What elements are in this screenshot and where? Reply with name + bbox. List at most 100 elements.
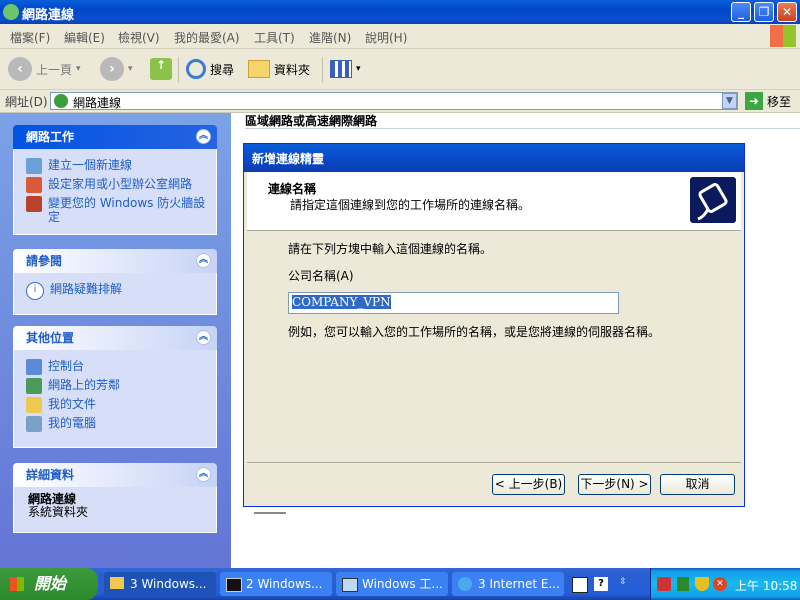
menu-view[interactable]: 檢視(V) — [118, 29, 160, 46]
other-places-panel: 其他位置 ︽ 控制台 網路上的芳鄰 我的文件 我的電腦 — [13, 326, 217, 448]
address-value: 網路連線 — [73, 96, 122, 110]
menu-edit[interactable]: 編輯(E) — [64, 29, 105, 46]
collapse-chevron-icon[interactable]: ︽ — [196, 129, 211, 144]
other-places-header[interactable]: 其他位置 ︽ — [13, 326, 217, 350]
menu-advanced[interactable]: 進階(N) — [309, 29, 351, 46]
sidebar-item-home-network[interactable]: 設定家用或小型辦公室網路 — [26, 177, 216, 193]
details-panel: 詳細資料 ︽ 網路連線 系統資料夾 — [13, 463, 217, 533]
company-name-input[interactable]: COMPANY_VPN — [288, 292, 619, 314]
views-button[interactable]: ▾ — [330, 57, 361, 81]
forward-arrow-icon: › — [100, 57, 124, 81]
address-input[interactable]: 網路連線 — [50, 92, 738, 110]
views-dropdown-icon: ▾ — [356, 64, 361, 74]
company-name-value: COMPANY_VPN — [292, 295, 391, 309]
start-label: 開始 — [34, 574, 67, 593]
collapse-chevron-icon[interactable]: ︽ — [196, 330, 211, 345]
internet-explorer-icon — [458, 577, 472, 591]
sidebar-item-label: 變更您的 Windows 防火牆設定 — [48, 196, 206, 224]
see-also-header[interactable]: 請參閱 ︽ — [13, 249, 217, 273]
details-title: 詳細資料 — [26, 468, 75, 482]
taskbar-item-explorer[interactable]: 3 Windows... — [104, 572, 216, 596]
info-icon: i — [26, 282, 44, 300]
security-alert-icon[interactable]: ✕ — [713, 577, 727, 591]
menu-help[interactable]: 說明(H) — [365, 29, 407, 46]
company-name-label: 公司名稱(A) — [288, 269, 354, 283]
network-tasks-header[interactable]: 網路工作 ︽ — [13, 125, 217, 149]
menu-bar: 檔案(F) 編輯(E) 檢視(V) 我的最愛(A) 工具(T) 進階(N) 說明… — [0, 24, 800, 49]
collapse-chevron-icon[interactable]: ︽ — [196, 253, 211, 268]
sidebar-item-firewall[interactable]: 變更您的 Windows 防火牆設定 — [26, 196, 216, 224]
sidebar-item-my-computer[interactable]: 我的電腦 — [26, 416, 216, 432]
search-button[interactable]: 搜尋 — [186, 57, 234, 81]
help-icon[interactable]: ? — [594, 577, 608, 591]
task-label: 3 Internet E... — [478, 577, 560, 591]
network-places-icon — [26, 378, 42, 394]
sidebar-item-network-places[interactable]: 網路上的芳鄰 — [26, 378, 216, 394]
window-title-bar[interactable]: 網路連線 _ ❐ ✕ — [0, 0, 800, 24]
network-tasks-panel: 網路工作 ︽ 建立一個新連線 設定家用或小型辦公室網路 變更您的 Windows… — [13, 125, 217, 235]
new-connection-icon — [26, 158, 42, 174]
folders-button[interactable]: 資料夾 — [248, 57, 310, 81]
system-tray: ✕ 上午 10:58 — [650, 568, 800, 600]
up-folder-button[interactable]: ↑ — [150, 57, 172, 81]
toolbar-separator — [178, 57, 179, 83]
sidebar-item-create-connection[interactable]: 建立一個新連線 — [26, 158, 216, 174]
start-button[interactable]: 開始 — [0, 568, 98, 600]
security-shield-icon[interactable] — [695, 577, 709, 591]
network-connections-icon — [54, 94, 68, 108]
address-dropdown-button[interactable]: ▼ — [722, 93, 737, 109]
sidebar-item-label: 控制台 — [48, 359, 85, 373]
network-tasks-title: 網路工作 — [26, 130, 75, 144]
clock: 上午 10:58 — [735, 579, 798, 593]
taskbar-item-internet-explorer[interactable]: 3 Internet E... — [452, 572, 564, 596]
sidebar-item-label: 設定家用或小型辦公室網路 — [48, 177, 193, 191]
go-arrow-icon[interactable]: ➜ — [745, 92, 763, 110]
home-network-icon — [26, 177, 42, 193]
wizard-title-bar[interactable]: 新增連線精靈 — [244, 144, 744, 172]
address-label: 網址(D) — [5, 95, 48, 109]
folders-label: 資料夾 — [274, 62, 311, 77]
sidebar-item-control-panel[interactable]: 控制台 — [26, 359, 216, 375]
go-button[interactable]: 移至 — [767, 93, 791, 110]
network-warning-icon[interactable] — [657, 577, 671, 591]
new-connection-wizard: 新增連線精靈 連線名稱 請指定這個連線到您的工作場所的連線名稱。 請在下列方塊中… — [243, 143, 745, 507]
wizard-example-text: 例如，您可以輸入您的工作場所的名稱，或是您將連線的伺服器名稱。 — [288, 325, 661, 339]
back-dropdown-icon[interactable]: ▾ — [76, 64, 81, 74]
back-label: 上一頁 — [36, 62, 73, 77]
address-bar: 網址(D) 網路連線 ▼ ➜ 移至 — [0, 90, 800, 113]
collapse-chevron-icon[interactable]: ︽ — [196, 467, 211, 482]
search-icon — [186, 59, 206, 79]
cancel-button[interactable]: 取消 — [660, 474, 735, 495]
network-activity-icon[interactable] — [677, 577, 689, 591]
task-label: 2 Windows... — [246, 577, 323, 591]
views-icon — [330, 60, 352, 78]
language-bar-icon[interactable]: ⇳ — [616, 577, 630, 591]
toolbar-separator — [322, 57, 323, 83]
my-computer-icon — [26, 416, 42, 432]
taskbar-item-task-manager[interactable]: Windows 工... — [336, 572, 448, 596]
sidebar-item-my-documents[interactable]: 我的文件 — [26, 397, 216, 413]
section-header: 區域網路或高速網際網路 — [245, 114, 378, 128]
menu-file[interactable]: 檔案(F) — [10, 29, 50, 46]
toolbar: ‹ 上一頁 ▾ › ▾ ↑ 搜尋 資料夾 ▾ — [0, 49, 800, 90]
back-step-button[interactable]: < 上一步(B) — [492, 474, 565, 495]
task-manager-icon — [342, 578, 358, 592]
sidebar-item-troubleshoot[interactable]: i 網路疑難排解 — [26, 282, 216, 300]
window-title: 網路連線 — [22, 8, 75, 23]
windows-logo-icon — [10, 577, 24, 591]
menu-favorites[interactable]: 我的最愛(A) — [174, 29, 240, 46]
menu-tools[interactable]: 工具(T) — [254, 29, 295, 46]
minimize-button[interactable]: _ — [731, 2, 751, 22]
close-button[interactable]: ✕ — [777, 2, 797, 22]
maximize-button[interactable]: ❐ — [754, 2, 774, 22]
folder-icon — [248, 60, 270, 78]
task-label: 3 Windows... — [130, 577, 207, 591]
forward-button[interactable]: › ▾ — [100, 57, 133, 81]
connection-item-icon[interactable] — [254, 506, 286, 514]
next-step-button[interactable]: 下一步(N) > — [578, 474, 651, 495]
forward-dropdown-icon[interactable]: ▾ — [128, 64, 133, 74]
back-button[interactable]: ‹ 上一頁 ▾ — [8, 57, 81, 81]
quick-launch-icon[interactable] — [572, 577, 588, 593]
details-header[interactable]: 詳細資料 ︽ — [13, 463, 217, 487]
taskbar-item-cmd[interactable]: 2 Windows... — [220, 572, 332, 596]
